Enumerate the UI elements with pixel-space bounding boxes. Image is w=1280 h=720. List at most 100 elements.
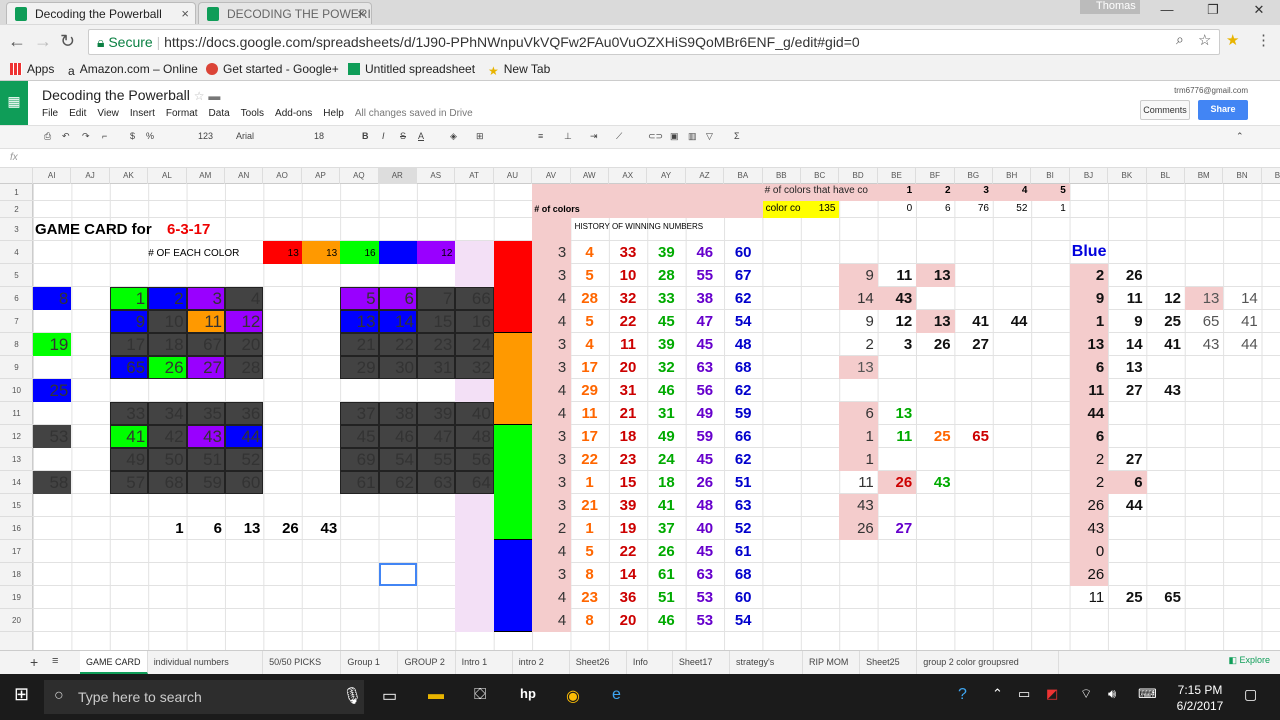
chevron-up-icon[interactable]: ⌃ — [992, 686, 1003, 702]
column-header[interactable]: AW — [571, 168, 609, 184]
zoom-icon[interactable]: ⌕ — [1176, 31, 1184, 48]
filter-icon[interactable]: ▽ — [706, 131, 713, 142]
help-icon[interactable]: ? — [958, 686, 967, 704]
column-header[interactable]: BO — [1262, 168, 1280, 184]
column-header[interactable]: BA — [724, 168, 763, 184]
menu-edit[interactable]: Edit — [69, 108, 86, 119]
browser-tab-active[interactable]: Decoding the Powerball × — [6, 2, 196, 24]
bold-icon[interactable]: B — [362, 131, 369, 141]
percent-button[interactable]: % — [146, 131, 154, 141]
column-header[interactable]: BL — [1147, 168, 1185, 184]
column-header[interactable]: BM — [1185, 168, 1224, 184]
security-icon[interactable]: ◩ — [1046, 686, 1058, 702]
strikethrough-icon[interactable]: S — [400, 131, 406, 141]
row-header[interactable]: 17 — [0, 540, 33, 563]
row-header[interactable]: 18 — [0, 563, 33, 586]
column-header[interactable]: AM — [187, 168, 225, 184]
sheet-tab[interactable]: Intro 1 — [456, 651, 513, 674]
close-tab-icon[interactable]: × — [357, 6, 365, 21]
row-header[interactable]: 6 — [0, 287, 33, 310]
rotate-icon[interactable]: ⟋ — [616, 131, 622, 142]
column-header[interactable]: AT — [455, 168, 494, 184]
sheet-tab[interactable]: group 2 color groupsred — [917, 651, 1060, 674]
comments-button[interactable]: Comments — [1140, 100, 1190, 120]
column-header[interactable]: AL — [148, 168, 187, 184]
row-header[interactable]: 20 — [0, 609, 33, 632]
row-header[interactable]: 5 — [0, 264, 33, 287]
chart-icon[interactable]: ▥ — [688, 131, 697, 142]
browser-tab-2[interactable]: DECODING THE POWERI × — [198, 2, 372, 24]
undo-icon[interactable]: ↶ — [62, 131, 70, 142]
row-header[interactable]: 19 — [0, 586, 33, 609]
minimize-icon[interactable]: — — [1152, 2, 1182, 20]
collapse-icon[interactable]: ⌃ — [1236, 131, 1244, 142]
keyboard-icon[interactable]: ⌨ — [1138, 686, 1157, 702]
column-header[interactable]: BF — [916, 168, 955, 184]
explore-button[interactable]: ◧ Explore — [1228, 655, 1270, 666]
column-header[interactable]: BD — [839, 168, 878, 184]
close-tab-icon[interactable]: × — [181, 6, 189, 21]
folder-icon[interactable]: ▬ — [208, 89, 220, 103]
forward-icon[interactable]: → — [34, 31, 52, 52]
row-header[interactable]: 14 — [0, 471, 33, 494]
row-header[interactable]: 13 — [0, 448, 33, 471]
column-header[interactable]: BC — [801, 168, 840, 184]
menu-format[interactable]: Format — [166, 108, 198, 119]
task-view-icon[interactable]: ▭ — [382, 686, 397, 706]
sheet-tab[interactable]: GAME CARD — [80, 651, 148, 674]
wifi-icon[interactable]: ⌔ — [1080, 686, 1092, 702]
align-icon[interactable]: ≡ — [538, 131, 543, 141]
account-email[interactable]: trm6776@gmail.com — [1174, 86, 1248, 95]
row-header[interactable]: 7 — [0, 310, 33, 333]
star-icon[interactable]: ☆ — [194, 89, 205, 103]
column-header[interactable]: AI — [33, 168, 72, 184]
row-header[interactable]: 2 — [0, 201, 33, 218]
sheet-tab[interactable]: Sheet26 — [570, 651, 627, 674]
back-icon[interactable]: ← — [8, 31, 26, 52]
address-bar[interactable]: 🔒︎ Secure | https://docs.google.com/spre… — [88, 29, 1220, 55]
valign-icon[interactable]: ⊥ — [564, 131, 572, 142]
share-button[interactable]: Share — [1198, 100, 1248, 120]
column-header[interactable]: AX — [609, 168, 648, 184]
column-header[interactable]: AU — [494, 168, 533, 184]
column-header[interactable]: AQ — [340, 168, 379, 184]
taskbar-search[interactable]: ○ Type here to search — [44, 680, 364, 714]
column-header[interactable]: BK — [1108, 168, 1147, 184]
column-header[interactable]: AP — [302, 168, 341, 184]
bookmark-google-plus[interactable]: Get started - Google+ — [206, 62, 339, 76]
bookmark-new-tab[interactable]: ★ New Tab — [488, 62, 550, 78]
add-sheet-icon[interactable]: + — [30, 651, 38, 674]
sheet-tab[interactable]: intro 2 — [513, 651, 570, 674]
paint-format-icon[interactable]: ⌐ — [102, 131, 107, 141]
print-icon[interactable]: ⎙ — [44, 131, 51, 142]
column-header[interactable]: BG — [955, 168, 993, 184]
fill-color-icon[interactable]: ◈ — [450, 131, 457, 142]
row-header[interactable]: 4 — [0, 241, 33, 264]
sheet-tab[interactable]: Sheet25 — [860, 651, 918, 674]
menu-file[interactable]: File — [42, 108, 58, 119]
font-select[interactable]: Arial — [236, 131, 254, 141]
column-header[interactable]: BH — [993, 168, 1032, 184]
bookmark-amazon[interactable]: a Amazon.com – Online — [68, 62, 198, 78]
reload-icon[interactable]: ↻ — [60, 31, 75, 52]
microphone-icon[interactable]: 🎙︎ — [342, 686, 362, 706]
menu-insert[interactable]: Insert — [130, 108, 155, 119]
wrap-icon[interactable]: ⇥ — [590, 131, 598, 142]
borders-icon[interactable]: ⊞ — [476, 131, 484, 142]
column-header[interactable]: AS — [417, 168, 456, 184]
currency-icon[interactable]: $ — [130, 131, 135, 141]
notifications-icon[interactable]: ▢ — [1244, 686, 1257, 703]
sheet-tab[interactable]: Info — [627, 651, 673, 674]
column-header[interactable]: BE — [878, 168, 917, 184]
column-header[interactable]: BB — [763, 168, 801, 184]
row-header[interactable]: 3 — [0, 218, 33, 241]
document-title[interactable]: Decoding the Powerball ☆ ▬ — [42, 87, 220, 103]
italic-icon[interactable]: I — [382, 131, 385, 141]
column-header[interactable]: BN — [1223, 168, 1262, 184]
row-header[interactable]: 8 — [0, 333, 33, 356]
redo-icon[interactable]: ↷ — [82, 131, 90, 142]
functions-icon[interactable]: Σ — [734, 131, 740, 141]
star-icon[interactable]: ☆ — [1198, 31, 1211, 49]
comment-icon[interactable]: ▣ — [670, 131, 679, 142]
column-header[interactable]: AR — [378, 168, 417, 184]
